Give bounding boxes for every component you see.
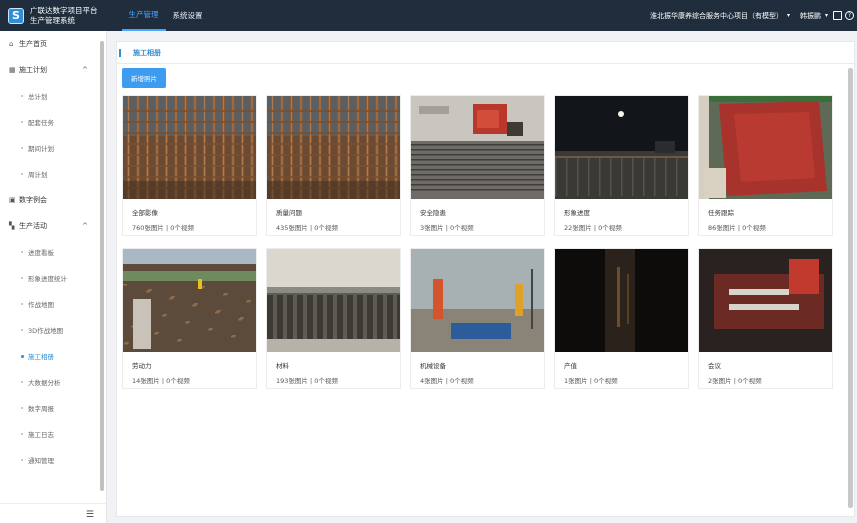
sidebar-footer: ☰ <box>0 503 106 523</box>
sidebar-item-3[interactable]: 配套任务 <box>0 109 106 135</box>
album-name: 材料 <box>276 362 289 370</box>
album-card[interactable]: 会议 2张图片 | 0个视频 <box>698 248 833 389</box>
sidebar-menu: ⌂ 生产首页 ▦ 施工计划 ^ 总计划 配套任务 期间计划 周计划 ▣ 数字例会 ▚ 生产活动 ^ 进度看板… <box>0 31 106 473</box>
album-count: 760张图片 | 0个视频 <box>132 224 194 232</box>
album-cover-image[interactable] <box>123 96 256 199</box>
brand-title: 广联达数字项目平台 生产管理系统 <box>30 6 98 26</box>
add-photo-button[interactable]: 新增照片 <box>122 68 166 88</box>
album-cover-image[interactable] <box>411 249 544 352</box>
sidebar-item-2[interactable]: 总计划 <box>0 83 106 109</box>
sidebar-item-15[interactable]: 施工日志 <box>0 421 106 447</box>
album-name: 机械设备 <box>420 362 446 370</box>
album-cover-image[interactable] <box>267 249 403 352</box>
meeting-icon: ▣ <box>9 195 16 204</box>
album-count: 86张图片 | 0个视频 <box>708 224 766 232</box>
album-name: 产值 <box>564 362 577 370</box>
album-count: 14张图片 | 0个视频 <box>132 377 190 385</box>
top-right-area: 淮北振华康养综合服务中心项目（有模型） ▾ 韩振鹏 ▾ ? <box>650 0 857 31</box>
album-card[interactable]: 任务跟踪 86张图片 | 0个视频 <box>698 95 833 236</box>
collapse-menu-icon[interactable]: ☰ <box>86 510 94 520</box>
main-scrollbar[interactable] <box>848 68 853 508</box>
sidebar-group-6[interactable]: ▣ 数字例会 <box>0 187 106 213</box>
sidebar-item-8[interactable]: 进度看板 <box>0 239 106 265</box>
home-icon: ⌂ <box>9 39 14 48</box>
album-name: 安全隐患 <box>420 209 446 217</box>
album-cover-image[interactable] <box>699 249 832 352</box>
album-cover-image[interactable] <box>555 249 688 352</box>
help-icon[interactable]: ? <box>845 11 854 20</box>
album-panel: 施工相册 新增照片 全部影像 760张图片 | 0个视频 质量问题 435张图片 | … <box>116 41 855 517</box>
main-nav: 生产管理 系统设置 <box>121 0 210 31</box>
album-card[interactable]: 产值 1张图片 | 0个视频 <box>554 248 689 389</box>
chevron-up-icon[interactable]: ^ <box>82 66 88 74</box>
album-card[interactable]: 材料 193张图片 | 0个视频 <box>266 248 403 389</box>
sidebar-label: 施工计划 <box>19 66 47 74</box>
grid-icon: ▚ <box>9 221 15 230</box>
brand-line1: 广联达数字项目平台 <box>30 5 98 15</box>
sidebar-item-10[interactable]: 作战地图 <box>0 291 106 317</box>
sidebar-item-11[interactable]: 3D作战地图 <box>0 317 106 343</box>
album-name: 质量问题 <box>276 209 302 217</box>
chevron-up-icon[interactable]: ^ <box>82 222 88 230</box>
album-name: 形象进度 <box>564 209 590 217</box>
album-count: 3张图片 | 0个视频 <box>420 224 474 232</box>
sidebar: ⌂ 生产首页 ▦ 施工计划 ^ 总计划 配套任务 期间计划 周计划 ▣ 数字例会 ▚ 生产活动 ^ 进度看板… <box>0 31 107 523</box>
sidebar-scrollbar[interactable] <box>100 41 104 491</box>
nav-settings[interactable]: 系统设置 <box>166 0 210 31</box>
sidebar-item-9[interactable]: 形象进度统计 <box>0 265 106 291</box>
sidebar-item-16[interactable]: 通知管理 <box>0 447 106 473</box>
project-caret-icon[interactable]: ▾ <box>787 12 790 19</box>
panel-header: 施工相册 <box>117 42 854 64</box>
album-name: 任务跟踪 <box>708 209 734 217</box>
album-card[interactable]: 形象进度 22张图片 | 0个视频 <box>554 95 689 236</box>
user-caret-icon[interactable]: ▾ <box>825 12 828 19</box>
album-cover-image[interactable] <box>411 96 544 199</box>
top-bar: S 广联达数字项目平台 生产管理系统 生产管理 系统设置 淮北振华康养综合服务中… <box>0 0 857 31</box>
sidebar-item-13[interactable]: 大数据分析 <box>0 369 106 395</box>
sidebar-item-4[interactable]: 期间计划 <box>0 135 106 161</box>
sidebar-label: 数字例会 <box>19 196 47 204</box>
sidebar-group-0[interactable]: ⌂ 生产首页 <box>0 31 106 57</box>
nav-production[interactable]: 生产管理 <box>121 0 166 31</box>
project-selector[interactable]: 淮北振华康养综合服务中心项目（有模型） <box>650 11 783 21</box>
album-count: 4张图片 | 0个视频 <box>420 377 474 385</box>
sidebar-label: 生产活动 <box>19 222 47 230</box>
sidebar-group-1[interactable]: ▦ 施工计划 ^ <box>0 57 106 83</box>
album-count: 435张图片 | 0个视频 <box>276 224 338 232</box>
album-count: 1张图片 | 0个视频 <box>564 377 618 385</box>
album-cover-image[interactable] <box>699 96 832 199</box>
sidebar-group-7[interactable]: ▚ 生产活动 ^ <box>0 213 106 239</box>
album-cover-image[interactable] <box>555 96 688 199</box>
brand-line2: 生产管理系统 <box>30 15 75 25</box>
sidebar-item-5[interactable]: 周计划 <box>0 161 106 187</box>
album-count: 193张图片 | 0个视频 <box>276 377 338 385</box>
page-title: 施工相册 <box>133 48 161 57</box>
album-name: 劳动力 <box>132 362 152 370</box>
album-card[interactable]: 安全隐患 3张图片 | 0个视频 <box>410 95 545 236</box>
building-icon: ▦ <box>9 65 16 74</box>
album-cover-image[interactable] <box>267 96 400 199</box>
album-card[interactable]: 机械设备 4张图片 | 0个视频 <box>410 248 545 389</box>
album-card[interactable]: 劳动力 14张图片 | 0个视频 <box>122 248 257 389</box>
logo-icon: S <box>8 7 24 24</box>
album-count: 22张图片 | 0个视频 <box>564 224 622 232</box>
fullscreen-icon[interactable] <box>833 11 842 20</box>
album-name: 会议 <box>708 362 721 370</box>
album-card[interactable]: 质量问题 435张图片 | 0个视频 <box>266 95 401 236</box>
sidebar-item-14[interactable]: 数字周报 <box>0 395 106 421</box>
album-count: 2张图片 | 0个视频 <box>708 377 762 385</box>
album-cover-image[interactable] <box>123 249 256 352</box>
album-name: 全部影像 <box>132 209 158 217</box>
album-card[interactable]: 全部影像 760张图片 | 0个视频 <box>122 95 257 236</box>
sidebar-item-12[interactable]: 施工相册 <box>0 343 106 369</box>
user-name[interactable]: 韩振鹏 <box>800 11 821 21</box>
sidebar-label: 生产首页 <box>19 40 47 48</box>
